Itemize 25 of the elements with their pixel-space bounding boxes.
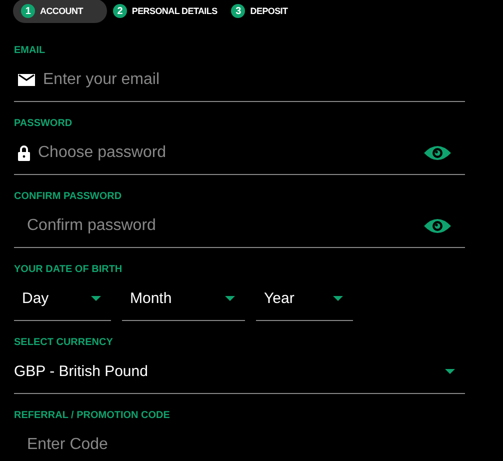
step-tab[interactable]: 2 PERSONAL DETAILS — [112, 0, 226, 23]
caret-icon — [333, 296, 343, 301]
code-field[interactable]: Enter Code — [14, 436, 465, 454]
step-tab[interactable]: 1 ACCOUNT — [13, 0, 107, 23]
currency-dropdown[interactable]: GBP - British Pound — [14, 350, 465, 394]
password-field[interactable]: Choose password — [30, 144, 424, 162]
eye-icon[interactable] — [424, 218, 451, 234]
field-label: CONFIRM PASSWORD — [14, 190, 123, 204]
confirm-password-field[interactable]: Confirm password — [14, 216, 424, 234]
eye-icon[interactable] — [424, 144, 451, 160]
caret-icon — [445, 369, 455, 374]
field-label: YOUR DATE OF BIRTH — [14, 263, 124, 277]
caret-icon — [225, 296, 235, 301]
email-field[interactable]: Enter your email — [35, 70, 465, 88]
field-label: EMAIL — [14, 44, 46, 58]
field-label: REFERRAL / PROMOTION CODE — [14, 409, 171, 423]
field-label: SELECT CURRENCY — [14, 336, 114, 350]
dropdown[interactable]: Month — [122, 277, 245, 321]
dropdown[interactable]: Year — [256, 277, 353, 321]
caret-icon — [91, 296, 101, 301]
field-label: PASSWORD — [14, 117, 74, 131]
dropdown[interactable]: Day — [14, 277, 111, 321]
step-tab[interactable]: 3 DEPOSIT — [231, 0, 296, 23]
envelope-icon — [18, 74, 35, 86]
lock-icon — [18, 144, 30, 160]
